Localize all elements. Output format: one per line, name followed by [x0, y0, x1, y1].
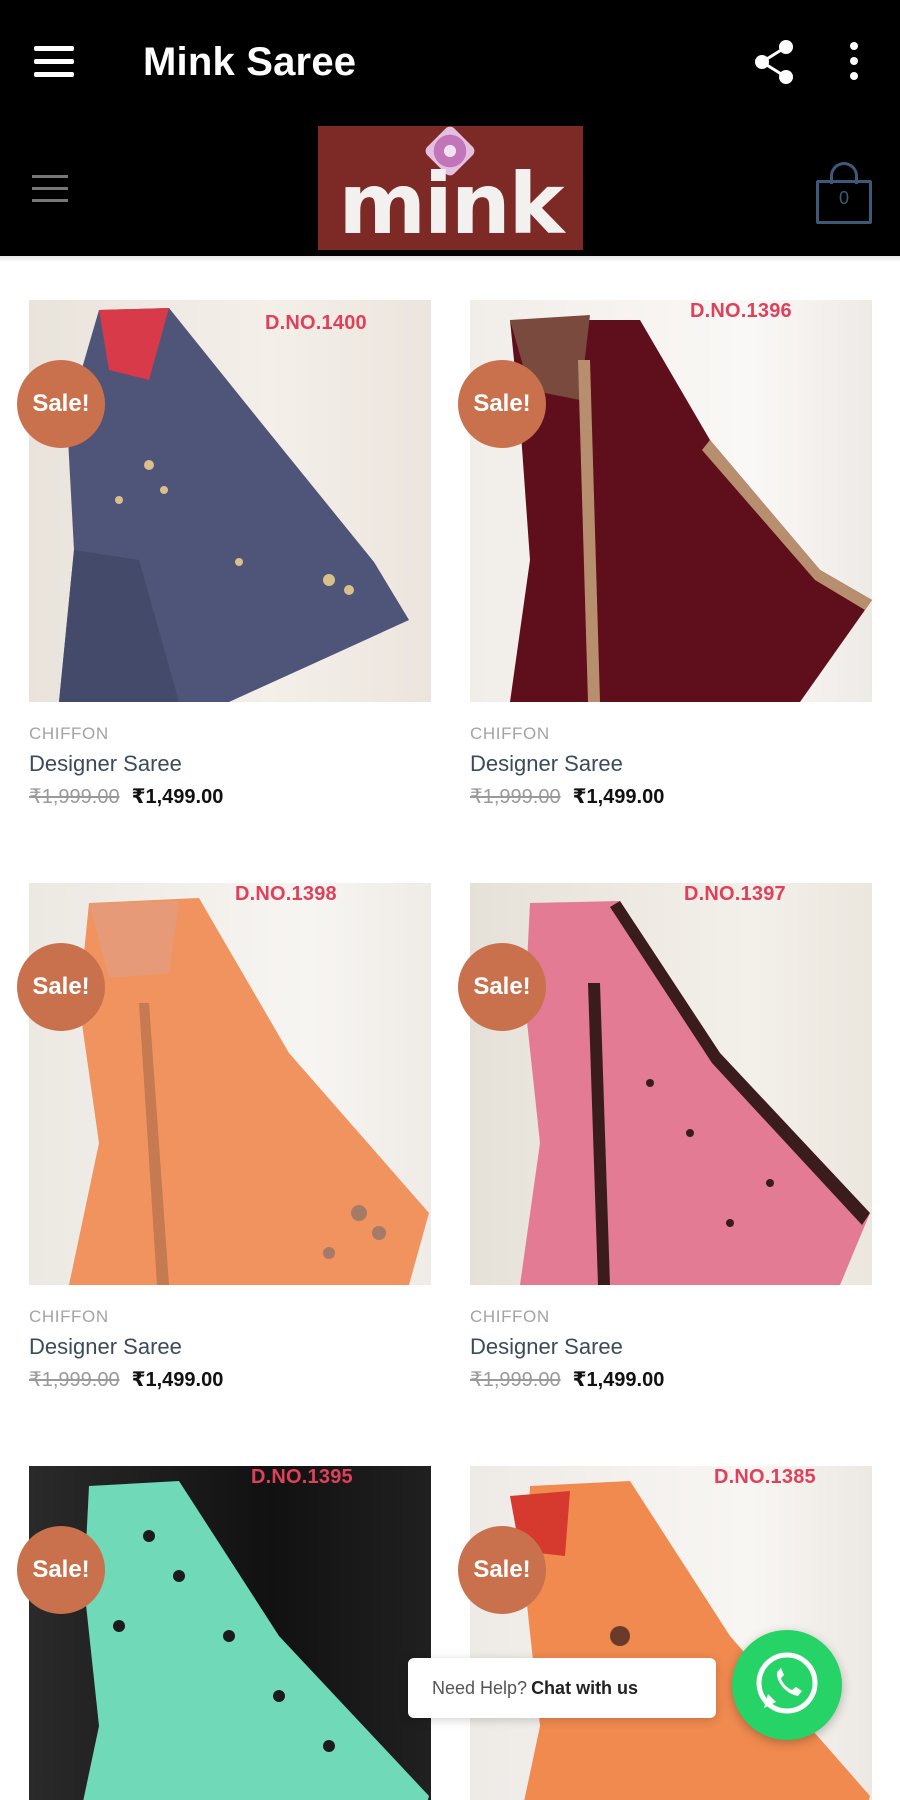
more-vert-icon[interactable]	[847, 42, 861, 84]
sale-badge: Sale!	[458, 943, 546, 1031]
site-menu-icon[interactable]	[32, 175, 68, 203]
logo-text: mink	[338, 155, 565, 250]
old-price: ₹1,999.00	[470, 786, 561, 808]
product-name[interactable]: Designer Saree	[29, 1334, 182, 1360]
product-image[interactable]: D.NO.1397	[470, 883, 872, 1285]
sale-price: ₹1,499.00	[572, 786, 665, 808]
product-image[interactable]: D.NO.1395	[29, 1466, 431, 1800]
chat-action: Chat with us	[531, 1677, 639, 1698]
design-number: D.NO.1397	[684, 883, 786, 905]
product-prices: ₹1,999.00 ₹1,499.00	[470, 1367, 664, 1392]
cart-count: 0	[838, 188, 849, 208]
product-name[interactable]: Designer Saree	[470, 1334, 623, 1360]
product-prices: ₹1,999.00 ₹1,499.00	[29, 784, 223, 809]
sale-price: ₹1,499.00	[131, 1369, 224, 1391]
header-divider	[0, 256, 900, 262]
product-category[interactable]: CHIFFON	[29, 724, 109, 744]
old-price: ₹1,999.00	[29, 1369, 120, 1391]
share-icon[interactable]	[752, 38, 796, 86]
product-prices: ₹1,999.00 ₹1,499.00	[470, 784, 664, 809]
product-image[interactable]: D.NO.1396	[470, 300, 872, 702]
sale-price: ₹1,499.00	[572, 1369, 665, 1391]
sale-badge: Sale!	[17, 1526, 105, 1614]
product-category[interactable]: CHIFFON	[29, 1307, 109, 1327]
app-title: Mink Saree	[143, 40, 357, 84]
old-price: ₹1,999.00	[470, 1369, 561, 1391]
sale-badge: Sale!	[17, 943, 105, 1031]
design-number: D.NO.1396	[690, 300, 792, 322]
design-number: D.NO.1400	[265, 312, 367, 334]
sale-badge: Sale!	[458, 360, 546, 448]
product-name[interactable]: Designer Saree	[29, 751, 182, 777]
product-image[interactable]: D.NO.1400	[29, 300, 431, 702]
product-image[interactable]: D.NO.1398	[29, 883, 431, 1285]
whatsapp-icon[interactable]	[732, 1630, 842, 1740]
chat-prompt[interactable]: Need Help? Chat with us	[408, 1658, 716, 1718]
site-logo[interactable]: mink	[318, 126, 583, 250]
product-name[interactable]: Designer Saree	[470, 751, 623, 777]
product-category[interactable]: CHIFFON	[470, 724, 550, 744]
cart-button[interactable]: 0	[816, 160, 872, 224]
chat-prefix: Need Help?	[432, 1677, 528, 1698]
sale-price: ₹1,499.00	[131, 786, 224, 808]
design-number: D.NO.1385	[714, 1466, 816, 1488]
sale-badge: Sale!	[458, 1526, 546, 1614]
hamburger-menu-icon[interactable]	[34, 46, 74, 78]
site-header: mink 0	[0, 126, 900, 256]
app-bar: Mink Saree	[0, 0, 900, 126]
design-number: D.NO.1398	[235, 883, 337, 905]
design-number: D.NO.1395	[251, 1466, 353, 1488]
product-category[interactable]: CHIFFON	[470, 1307, 550, 1327]
old-price: ₹1,999.00	[29, 786, 120, 808]
product-prices: ₹1,999.00 ₹1,499.00	[29, 1367, 223, 1392]
sale-badge: Sale!	[17, 360, 105, 448]
